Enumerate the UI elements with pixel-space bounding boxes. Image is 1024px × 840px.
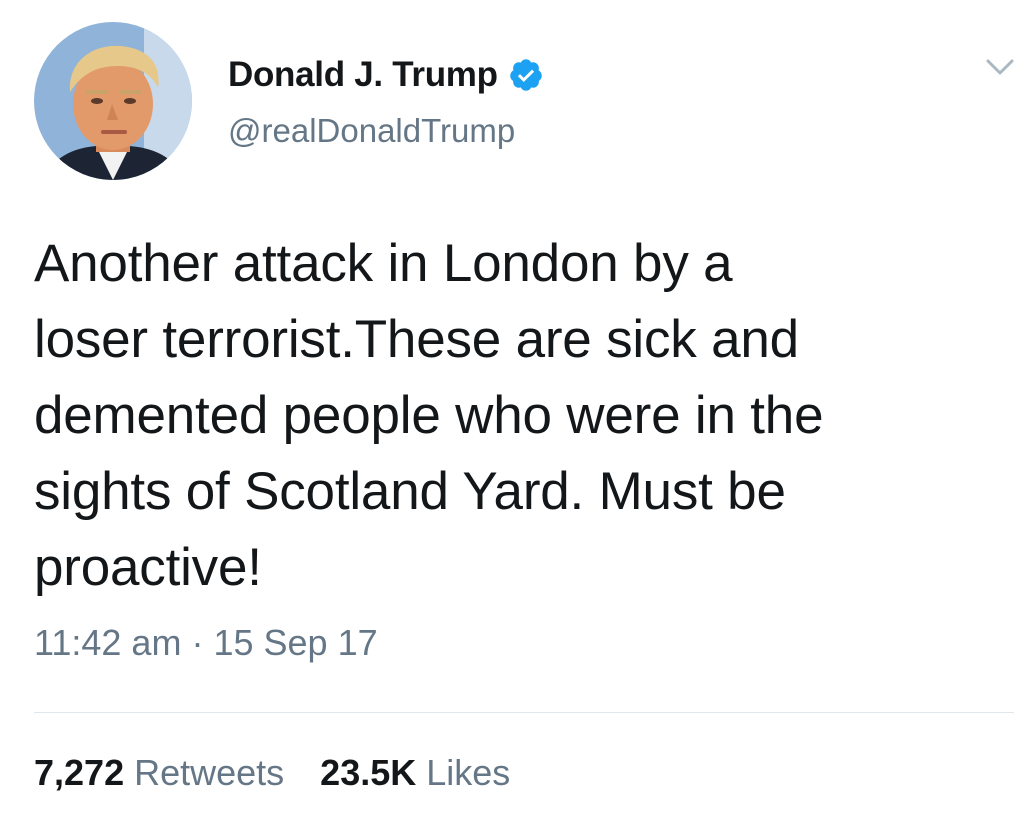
retweets-stat[interactable]: 7,272 Retweets bbox=[34, 752, 284, 794]
author-info: Donald J. Trump @realDonaldTrump bbox=[228, 52, 544, 150]
divider bbox=[34, 712, 1014, 713]
tweet-time: 11:42 am bbox=[34, 622, 182, 663]
likes-stat[interactable]: 23.5K Likes bbox=[320, 752, 510, 794]
tweet-text: Another attack in London by a loser terr… bbox=[34, 234, 824, 597]
chevron-down-icon[interactable] bbox=[980, 50, 1020, 82]
avatar[interactable] bbox=[34, 22, 192, 180]
tweet-stats: 7,272 Retweets 23.5K Likes bbox=[34, 752, 510, 794]
display-name[interactable]: Donald J. Trump bbox=[228, 55, 498, 95]
likes-label: Likes bbox=[426, 752, 511, 793]
likes-count: 23.5K bbox=[320, 752, 417, 793]
retweets-label: Retweets bbox=[134, 752, 285, 793]
verified-badge-icon bbox=[508, 57, 544, 93]
profile-photo bbox=[34, 22, 192, 180]
name-row: Donald J. Trump bbox=[228, 52, 544, 98]
tweet-date: 15 Sep 17 bbox=[213, 622, 378, 663]
retweets-count: 7,272 bbox=[34, 752, 125, 793]
tweet-card: Donald J. Trump @realDonaldTrump Another… bbox=[0, 0, 1024, 840]
user-handle[interactable]: @realDonaldTrump bbox=[228, 112, 544, 150]
tweet-timestamp[interactable]: 11:42 am · 15 Sep 17 bbox=[34, 622, 378, 664]
timestamp-separator: · bbox=[191, 622, 204, 663]
